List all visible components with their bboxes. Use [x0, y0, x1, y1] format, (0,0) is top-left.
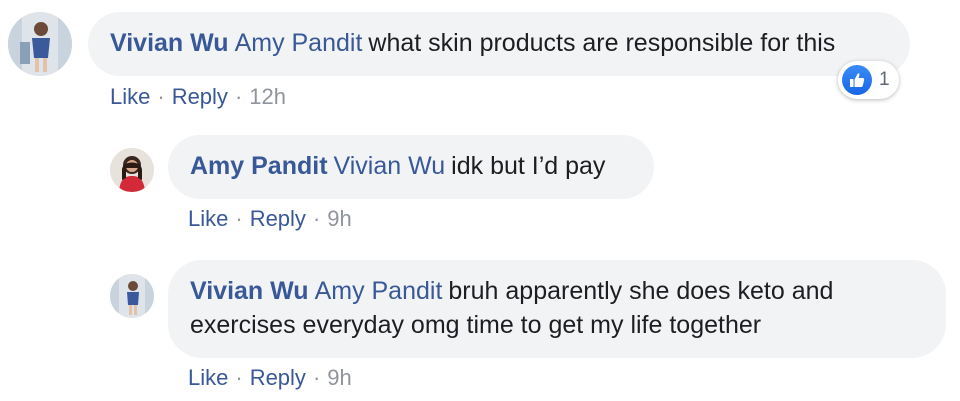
comment-author[interactable]: Amy Pandit: [190, 152, 328, 180]
comment-actions: Like · Reply · 9h: [188, 365, 352, 390]
like-link[interactable]: Like: [188, 206, 228, 231]
comment-mention[interactable]: Amy Pandit: [235, 29, 363, 57]
comment-author[interactable]: Vivian Wu: [190, 277, 309, 305]
reaction-summary[interactable]: 1: [838, 61, 899, 99]
reply-link[interactable]: Reply: [172, 84, 228, 109]
avatar[interactable]: [110, 148, 154, 192]
comment-text: what skin products are responsible for t…: [368, 29, 836, 57]
avatar[interactable]: [8, 12, 72, 76]
comment-actions: Like · Reply · 9h: [188, 206, 352, 231]
comment-bubble: Vivian Wu Amy Pandit bruh apparently she d…: [168, 260, 946, 358]
reply-link[interactable]: Reply: [250, 206, 306, 231]
comment-mention[interactable]: Vivian Wu: [334, 152, 446, 180]
comment-bubble: Amy Pandit Vivian Wu idk but I’d pay: [168, 135, 654, 199]
comment-timestamp[interactable]: 9h: [327, 206, 351, 231]
comment-timestamp[interactable]: 12h: [249, 84, 286, 109]
comment-bubble: Vivian Wu Amy Pandit what skin products ar…: [88, 12, 910, 76]
comment-author[interactable]: Vivian Wu: [110, 29, 229, 57]
like-icon: [842, 65, 872, 95]
reaction-count: 1: [879, 69, 890, 90]
avatar[interactable]: [110, 274, 154, 318]
comment-timestamp[interactable]: 9h: [327, 365, 351, 390]
like-link[interactable]: Like: [110, 84, 150, 109]
comment-mention[interactable]: Amy Pandit: [315, 277, 443, 305]
comment-text: idk but I’d pay: [451, 152, 606, 180]
comment-actions: Like · Reply · 12h: [110, 84, 286, 109]
reply-link[interactable]: Reply: [250, 365, 306, 390]
like-link[interactable]: Like: [188, 365, 228, 390]
